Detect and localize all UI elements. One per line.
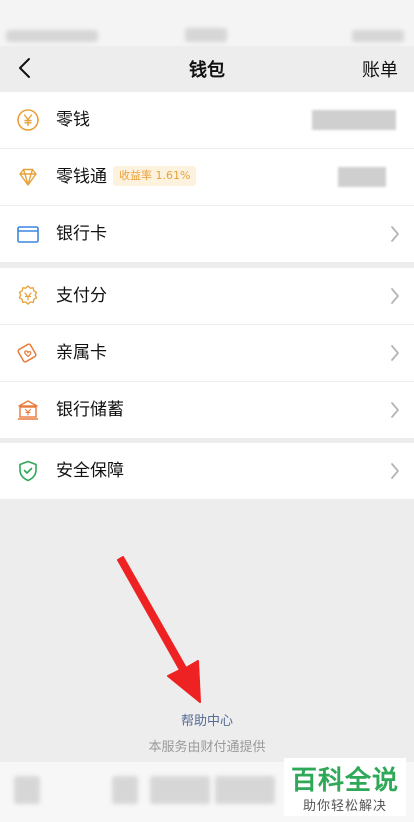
watermark-logo: 百科全说 助你轻松解决 [284,758,406,816]
blur-block [215,776,275,804]
red-arrow-annotation [117,556,201,703]
blur-block [112,776,138,804]
help-center-link[interactable]: 帮助中心 [0,710,414,729]
blur-block [14,776,40,804]
watermark-title: 百科全说 [290,766,399,796]
blur-block [150,776,210,804]
service-provider-text: 本服务由财付通提供 [148,740,266,755]
watermark-slogan: 助你轻松解决 [302,799,387,814]
